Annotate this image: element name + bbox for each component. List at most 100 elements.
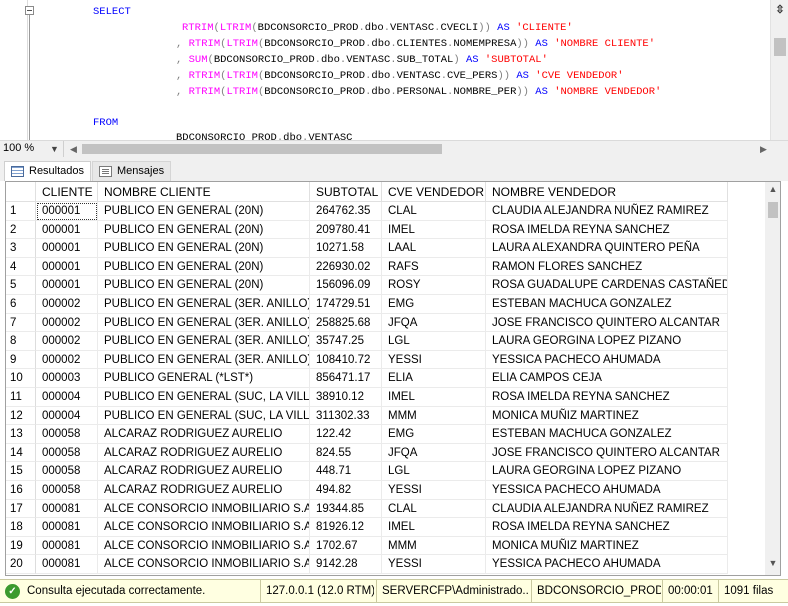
grid-vertical-scrollbar[interactable]: ▲ ▼ <box>765 182 780 575</box>
column-header-subtotal[interactable]: SUBTOTAL <box>310 182 382 202</box>
code-line[interactable]: FROM <box>93 115 118 131</box>
cve-vendedor-cell[interactable]: JFQA <box>382 443 486 463</box>
cve-vendedor-cell[interactable]: JFQA <box>382 313 486 333</box>
nombre-cliente-cell[interactable]: PUBLICO EN GENERAL (20N) <box>98 220 310 240</box>
cve-vendedor-cell[interactable]: YESSI <box>382 555 486 574</box>
nombre-vendedor-cell[interactable]: LAURA ALEXANDRA QUINTERO PEÑA <box>486 239 728 258</box>
cve-vendedor-cell[interactable]: YESSI <box>382 481 486 500</box>
table-row[interactable]: 20 000081 ALCE CONSORCIO INMOBILIARIO S.A.… <box>6 555 766 574</box>
subtotal-cell[interactable]: 81926.12 <box>310 518 382 537</box>
table-row[interactable]: 2 000001 PUBLICO EN GENERAL (20N) 209780.41… <box>6 220 766 240</box>
cve-vendedor-cell[interactable]: CLAL <box>382 499 486 519</box>
row-number[interactable]: 15 <box>6 462 36 481</box>
table-row[interactable]: 3 000001 PUBLICO EN GENERAL (20N) 10271.58 L… <box>6 239 766 258</box>
cve-vendedor-cell[interactable]: YESSI <box>382 350 486 370</box>
nombre-cliente-cell[interactable]: PUBLICO GENERAL (*LST*) <box>98 369 310 388</box>
results-grid[interactable]: CLIENTE NOMBRE CLIENTE SUBTOTAL CVE VEND… <box>5 181 781 576</box>
cve-vendedor-cell[interactable]: ROSY <box>382 276 486 295</box>
subtotal-cell[interactable]: 448.71 <box>310 462 382 481</box>
editor-scroll-thumb[interactable] <box>774 38 786 56</box>
collapse-toggle-icon[interactable] <box>25 6 34 15</box>
nombre-cliente-cell[interactable]: PUBLICO EN GENERAL (20N) <box>98 276 310 295</box>
nombre-cliente-cell[interactable]: ALCARAZ RODRIGUEZ AURELIO <box>98 425 310 444</box>
cve-vendedor-cell[interactable]: CLAL <box>382 202 486 221</box>
nombre-cliente-cell[interactable]: PUBLICO EN GENERAL (20N) <box>98 257 310 277</box>
table-row[interactable]: 15 000058 ALCARAZ RODRIGUEZ AURELIO 448.71 L… <box>6 462 766 481</box>
sql-editor[interactable]: SELECT RTRIM(LTRIM(BDCONSORCIO_PROD.dbo.V… <box>0 0 788 140</box>
cliente-cell[interactable]: 000058 <box>36 462 98 481</box>
column-header-cliente[interactable]: CLIENTE <box>36 182 98 202</box>
cve-vendedor-cell[interactable]: IMEL <box>382 518 486 537</box>
cliente-cell[interactable]: 000001 <box>36 220 98 240</box>
subtotal-cell[interactable]: 311302.33 <box>310 406 382 426</box>
row-number[interactable]: 11 <box>6 388 36 407</box>
table-row[interactable]: 1 000001 PUBLICO EN GENERAL (20N) 264762.35… <box>6 202 766 221</box>
table-row[interactable]: 18 000081 ALCE CONSORCIO INMOBILIARIO S.A.… <box>6 518 766 537</box>
nombre-vendedor-cell[interactable]: YESSICA PACHECO AHUMADA <box>486 481 728 500</box>
cliente-cell[interactable]: 000081 <box>36 518 98 537</box>
cliente-cell[interactable]: 000058 <box>36 425 98 444</box>
cliente-cell[interactable]: 000003 <box>36 369 98 388</box>
nombre-cliente-cell[interactable]: ALCARAZ RODRIGUEZ AURELIO <box>98 481 310 500</box>
nombre-cliente-cell[interactable]: ALCE CONSORCIO INMOBILIARIO S.A.... <box>98 518 310 537</box>
table-row[interactable]: 13 000058 ALCARAZ RODRIGUEZ AURELIO 122.42 E… <box>6 425 766 444</box>
scroll-left-icon[interactable]: ◀ <box>70 141 77 157</box>
nombre-vendedor-cell[interactable]: ROSA IMELDA REYNA SANCHEZ <box>486 220 728 240</box>
row-number[interactable]: 1 <box>6 202 36 221</box>
nombre-cliente-cell[interactable]: PUBLICO EN GENERAL (20N) <box>98 239 310 258</box>
cve-vendedor-cell[interactable]: IMEL <box>382 220 486 240</box>
scroll-right-icon[interactable]: ▶ <box>760 141 767 157</box>
row-number[interactable]: 8 <box>6 332 36 351</box>
nombre-cliente-cell[interactable]: ALCARAZ RODRIGUEZ AURELIO <box>98 462 310 481</box>
nombre-cliente-cell[interactable]: ALCE CONSORCIO INMOBILIARIO S.A.... <box>98 536 310 556</box>
nombre-vendedor-cell[interactable]: ELIA CAMPOS CEJA <box>486 369 728 388</box>
subtotal-cell[interactable]: 19344.85 <box>310 499 382 519</box>
table-row[interactable]: 4 000001 PUBLICO EN GENERAL (20N) 226930.02… <box>6 257 766 277</box>
cliente-cell[interactable]: 000002 <box>36 295 98 314</box>
table-row[interactable]: 16 000058 ALCARAZ RODRIGUEZ AURELIO 494.82 Y… <box>6 481 766 500</box>
nombre-vendedor-cell[interactable]: JOSE FRANCISCO QUINTERO ALCANTAR <box>486 443 728 463</box>
cliente-cell[interactable]: 000004 <box>36 406 98 426</box>
subtotal-cell[interactable]: 156096.09 <box>310 276 382 295</box>
scroll-up-icon[interactable]: ▲ <box>765 184 780 194</box>
row-number[interactable]: 12 <box>6 406 36 426</box>
row-number[interactable]: 19 <box>6 536 36 556</box>
subtotal-cell[interactable]: 226930.02 <box>310 257 382 277</box>
nombre-cliente-cell[interactable]: PUBLICO EN GENERAL (20N) <box>98 202 310 221</box>
table-row[interactable]: 19 000081 ALCE CONSORCIO INMOBILIARIO S.A.… <box>6 536 766 556</box>
nombre-vendedor-cell[interactable]: CLAUDIA ALEJANDRA NUÑEZ RAMIREZ <box>486 499 728 519</box>
subtotal-cell[interactable]: 35747.25 <box>310 332 382 351</box>
cliente-cell[interactable]: 000001 <box>36 239 98 258</box>
cve-vendedor-cell[interactable]: LGL <box>382 462 486 481</box>
subtotal-cell[interactable]: 1702.67 <box>310 536 382 556</box>
nombre-vendedor-cell[interactable]: LAURA GEORGINA LOPEZ PIZANO <box>486 332 728 351</box>
subtotal-cell[interactable]: 38910.12 <box>310 388 382 407</box>
editor-vertical-scrollbar[interactable]: ⇳ <box>770 0 788 140</box>
cliente-cell[interactable]: 000002 <box>36 332 98 351</box>
nombre-vendedor-cell[interactable]: ESTEBAN MACHUCA GONZALEZ <box>486 295 728 314</box>
row-number[interactable]: 16 <box>6 481 36 500</box>
cliente-cell[interactable]: 000081 <box>36 499 98 519</box>
editor-hscroll-thumb[interactable] <box>82 144 442 154</box>
nombre-vendedor-cell[interactable]: LAURA GEORGINA LOPEZ PIZANO <box>486 462 728 481</box>
cliente-cell[interactable]: 000004 <box>36 388 98 407</box>
nombre-vendedor-cell[interactable]: YESSICA PACHECO AHUMADA <box>486 350 728 370</box>
nombre-cliente-cell[interactable]: PUBLICO EN GENERAL (SUC, LA VILLA) <box>98 406 310 426</box>
cliente-cell[interactable]: 000081 <box>36 536 98 556</box>
code-line[interactable]: , SUM(BDCONSORCIO_PROD.dbo.VENTASC.SUB_T… <box>176 52 548 68</box>
cliente-cell[interactable]: 000001 <box>36 276 98 295</box>
cliente-cell[interactable]: 000081 <box>36 555 98 574</box>
table-row[interactable]: 7 000002 PUBLICO EN GENERAL (3ER. ANILLO) 2… <box>6 313 766 333</box>
code-line[interactable]: , RTRIM(LTRIM(BDCONSORCIO_PROD.dbo.PERSO… <box>176 84 661 100</box>
cve-vendedor-cell[interactable]: LGL <box>382 332 486 351</box>
table-row[interactable]: 14 000058 ALCARAZ RODRIGUEZ AURELIO 824.55 J… <box>6 443 766 463</box>
code-line[interactable]: BDCONSORCIO_PROD.dbo.VENTASC <box>176 130 352 140</box>
split-icon[interactable]: ⇳ <box>774 3 786 17</box>
row-number[interactable]: 6 <box>6 295 36 314</box>
table-row[interactable]: 17 000081 ALCE CONSORCIO INMOBILIARIO S.A.… <box>6 499 766 519</box>
subtotal-cell[interactable]: 10271.58 <box>310 239 382 258</box>
tab-messages[interactable]: Mensajes <box>92 161 172 181</box>
nombre-cliente-cell[interactable]: ALCE CONSORCIO INMOBILIARIO S.A.... <box>98 499 310 519</box>
subtotal-cell[interactable]: 494.82 <box>310 481 382 500</box>
column-header-nombre-cliente[interactable]: NOMBRE CLIENTE <box>98 182 310 202</box>
